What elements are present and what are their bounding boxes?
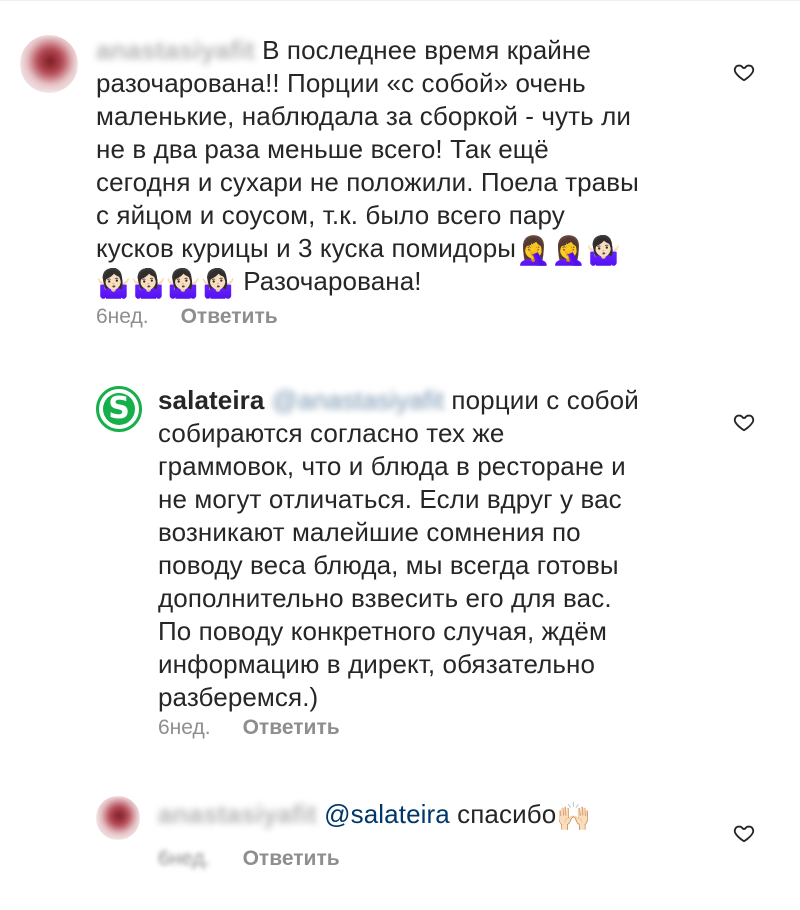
comment-line: разочарована!! Порции «с собой» очень xyxy=(96,68,586,98)
heart-outline-icon[interactable] xyxy=(733,61,755,83)
comment-line: не могут отличаться. Если вдруг у вас xyxy=(158,484,622,514)
comment-line: разберемся.) xyxy=(158,682,319,712)
comment-line: сегодня и сухари не положили. Поела трав… xyxy=(96,167,639,197)
comment-line: порции с собой xyxy=(451,385,639,415)
comment-line: граммовок, что и блюда в ресторане и xyxy=(158,451,626,481)
avatar[interactable] xyxy=(20,35,78,93)
username[interactable]: anastasiyafit xyxy=(96,35,255,65)
comment-meta: 6нед. Ответить xyxy=(96,305,278,329)
username[interactable]: anastasiyafit xyxy=(158,799,317,829)
mention-link[interactable]: @anastasiyafit xyxy=(272,385,444,415)
shrug-emoji: 🤷🏻‍♀️🤷🏻‍♀️🤷🏻‍♀️🤷🏻‍♀️ xyxy=(96,268,236,299)
comment-line: В последнее время крайне xyxy=(262,35,591,65)
comment-line: маленькие, наблюдала за сборкой - чуть л… xyxy=(96,101,631,131)
comment-line: Разочарована! xyxy=(243,266,422,296)
timestamp: 6нед. xyxy=(158,847,211,870)
comment-text: anastasiyafit @salateira спасибо🙌🏻 xyxy=(158,798,738,831)
timestamp: 6нед. xyxy=(158,716,211,739)
heart-outline-icon[interactable] xyxy=(733,411,755,433)
brand-logo-icon: S xyxy=(103,393,135,425)
comment-text: salateira @anastasiyafit порции с собой … xyxy=(158,384,738,714)
reply-button[interactable]: Ответить xyxy=(181,305,278,329)
heart-outline-icon[interactable] xyxy=(733,822,755,844)
top-divider xyxy=(0,0,800,1)
facepalm-emoji: 🤦‍♀️🤦‍♀️🤷🏻‍♀️ xyxy=(516,235,621,266)
raising-hands-emoji: 🙌🏻 xyxy=(556,801,592,832)
avatar-image xyxy=(20,35,78,93)
comment-line: спасибо xyxy=(457,799,557,829)
comment-meta: 6нед. Ответить xyxy=(158,847,340,871)
comment-line: не в два раза меньше всего! Так ещё xyxy=(96,134,549,164)
mention-link[interactable]: @salateira xyxy=(324,799,450,829)
avatar-image xyxy=(96,796,140,840)
comment-line: По поводу конкретного случая, ждём xyxy=(158,616,607,646)
avatar[interactable]: S xyxy=(96,386,142,432)
comment-meta: 6нед. Ответить xyxy=(158,716,340,740)
comment-line: информацию в директ, обязательно xyxy=(158,649,596,679)
username[interactable]: salateira xyxy=(158,385,264,415)
comment-line: с яйцом и соусом, т.к. было всего пару xyxy=(96,200,565,230)
avatar[interactable] xyxy=(96,796,140,840)
reply-button[interactable]: Ответить xyxy=(243,716,340,740)
comment-line: собираются согласно тех же xyxy=(158,418,505,448)
comment-line: дополнительно взвесить его для вас. xyxy=(158,583,612,613)
comment-text: anastasiyafit В последнее время крайне р… xyxy=(96,34,736,298)
comment-line: возникают малейшие сомнения по xyxy=(158,517,581,547)
comment-line: кусков курицы и 3 куска помидоры xyxy=(96,233,517,263)
reply-button[interactable]: Ответить xyxy=(243,847,340,871)
timestamp: 6нед. xyxy=(96,305,149,328)
comment-line: поводу веса блюда, мы всегда готовы xyxy=(158,550,619,580)
